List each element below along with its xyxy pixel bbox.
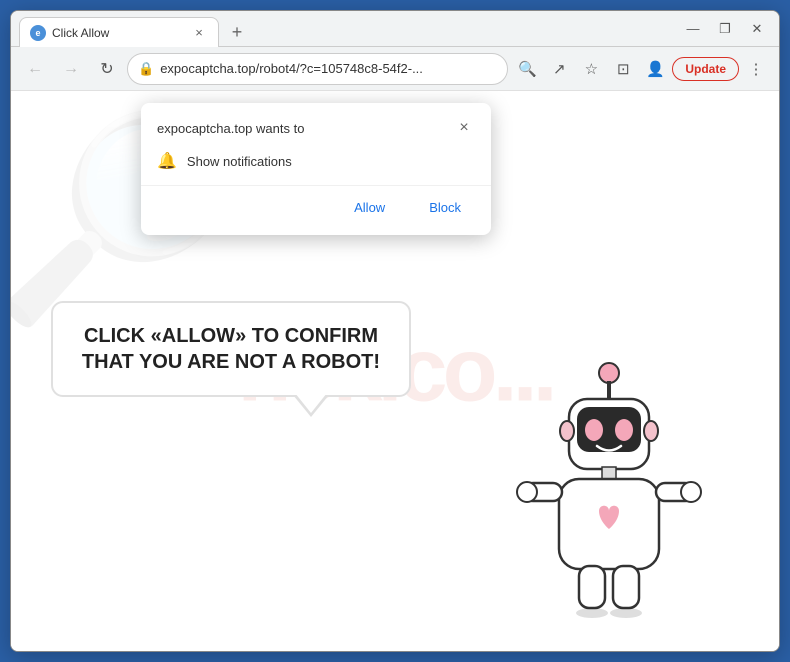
popup-header: expocaptcha.top wants to × xyxy=(141,103,491,147)
new-tab-button[interactable]: + xyxy=(223,18,251,46)
minimize-button[interactable]: — xyxy=(679,15,707,43)
tab-title: Click Allow xyxy=(52,26,184,40)
address-bar[interactable]: 🔒 expocaptcha.top/robot4/?c=105748c8-54f… xyxy=(127,53,508,85)
notification-popup: expocaptcha.top wants to × 🔔 Show notifi… xyxy=(141,103,491,235)
bell-icon: 🔔 xyxy=(157,151,177,171)
split-icon-button[interactable]: ⊡ xyxy=(608,54,638,84)
toolbar-icons: 🔍 ↗ ☆ ⊡ 👤 Update ⋮ xyxy=(512,54,771,84)
popup-notification-row: 🔔 Show notifications xyxy=(141,147,491,185)
tab-favicon: e xyxy=(30,25,46,41)
search-icon-button[interactable]: 🔍 xyxy=(512,54,542,84)
speech-bubble: CLICK «ALLOW» TO CONFIRM THAT YOU ARE NO… xyxy=(51,301,411,397)
back-button[interactable]: ← xyxy=(19,53,51,85)
share-icon-button[interactable]: ↗ xyxy=(544,54,574,84)
address-text: expocaptcha.top/robot4/?c=105748c8-54f2-… xyxy=(160,61,497,76)
update-button[interactable]: Update xyxy=(672,57,739,81)
robot-character xyxy=(499,351,719,631)
notification-label: Show notifications xyxy=(187,154,292,169)
popup-title-text: expocaptcha.top wants to xyxy=(157,121,304,136)
close-button[interactable]: ✕ xyxy=(743,15,771,43)
popup-close-button[interactable]: × xyxy=(453,117,475,139)
window-controls: — ❐ ✕ xyxy=(679,15,771,43)
lock-icon: 🔒 xyxy=(138,61,154,77)
profile-icon-button[interactable]: 👤 xyxy=(640,54,670,84)
reload-button[interactable]: ↻ xyxy=(91,53,123,85)
popup-actions: Allow Block xyxy=(141,185,491,235)
title-bar: e Click Allow × + — ❐ ✕ xyxy=(11,11,779,47)
toolbar: ← → ↻ 🔒 expocaptcha.top/robot4/?c=105748… xyxy=(11,47,779,91)
bookmark-icon-button[interactable]: ☆ xyxy=(576,54,606,84)
menu-icon-button[interactable]: ⋮ xyxy=(741,54,771,84)
block-button[interactable]: Block xyxy=(411,194,479,221)
content-area: risk.co... 🔎 expocaptcha.top wants to × … xyxy=(11,91,779,651)
browser-window: e Click Allow × + — ❐ ✕ ← → ↻ 🔒 expocapt… xyxy=(10,10,780,652)
tab-area: e Click Allow × + xyxy=(19,11,671,46)
maximize-button[interactable]: ❐ xyxy=(711,15,739,43)
forward-button[interactable]: → xyxy=(55,53,87,85)
main-message: CLICK «ALLOW» TO CONFIRM THAT YOU ARE NO… xyxy=(77,323,385,375)
allow-button[interactable]: Allow xyxy=(336,194,403,221)
active-tab[interactable]: e Click Allow × xyxy=(19,17,219,47)
tab-close-button[interactable]: × xyxy=(190,24,208,42)
